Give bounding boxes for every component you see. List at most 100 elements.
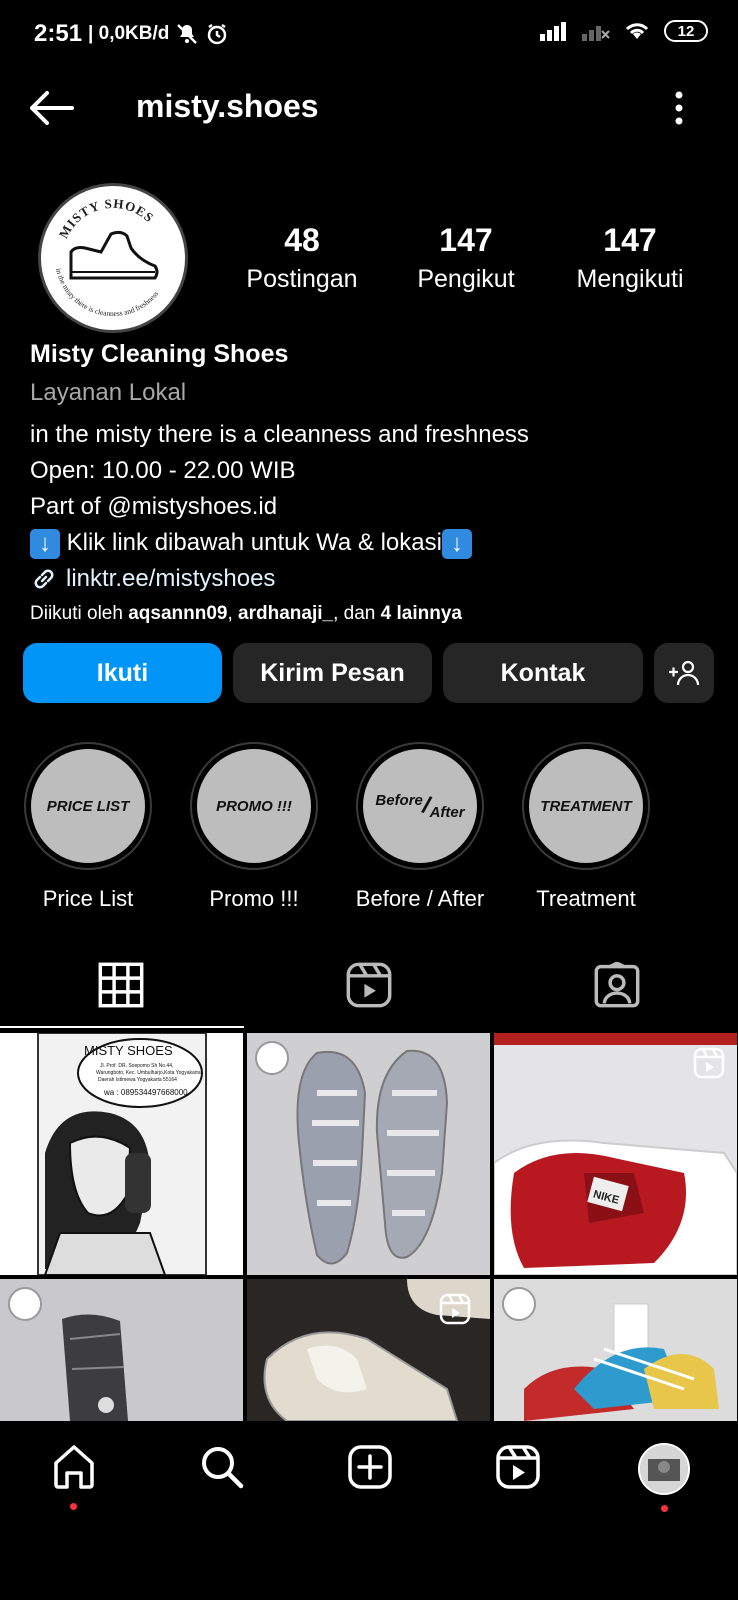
post-thumbnail[interactable] <box>0 1279 243 1421</box>
stat-followers[interactable]: 147 Pengikut <box>386 222 546 294</box>
create-post-icon[interactable] <box>346 1443 394 1491</box>
home-icon[interactable] <box>50 1443 98 1491</box>
bottom-navigation <box>0 1421 738 1521</box>
stat-following-count: 147 <box>603 222 657 258</box>
stat-posts[interactable]: 48 Postingan <box>222 222 382 294</box>
profile-header: misty.shoes <box>0 80 738 136</box>
followed-by-prefix: Diikuti oleh <box>30 603 123 624</box>
bio-line-4: ↓ Klik link dibawah untuk Wa & lokasi ↓ <box>30 525 720 561</box>
highlight-treatment[interactable]: TREATMENT Treatment <box>520 742 652 912</box>
add-person-icon <box>669 660 700 686</box>
bio-line-1: in the misty there is a cleanness and fr… <box>30 421 529 448</box>
battery-indicator: 12 <box>664 20 708 42</box>
highlight-cover: TREATMENT <box>529 749 643 863</box>
contact-button[interactable]: Kontak <box>443 643 643 703</box>
stat-posts-label: Postingan <box>246 265 358 293</box>
highlight-cover-after: After <box>429 803 465 821</box>
status-right: 12 <box>540 20 708 42</box>
stat-followers-label: Pengikut <box>417 265 515 293</box>
back-arrow-icon[interactable] <box>30 90 74 126</box>
brand-logo-icon <box>255 1041 289 1075</box>
post-thumbnail[interactable] <box>494 1279 737 1421</box>
highlight-promo[interactable]: PROMO !!! Promo !!! <box>188 742 320 912</box>
highlight-price-list[interactable]: PRICE LIST Price List <box>22 742 154 912</box>
reel-badge-icon <box>693 1047 725 1079</box>
brand-logo-icon <box>8 1287 42 1321</box>
link-icon <box>34 569 54 589</box>
profile-avatar[interactable]: MISTY SHOES in the misty there is cleann… <box>38 183 188 333</box>
more-options-icon[interactable] <box>674 90 684 126</box>
highlight-cover-before: Before <box>375 791 423 809</box>
svg-text:MISTY SHOES: MISTY SHOES <box>56 196 157 241</box>
highlight-cover: PRICE LIST <box>31 749 145 863</box>
stat-following-label: Mengikuti <box>576 265 684 293</box>
signal-weak-icon <box>582 26 610 41</box>
wifi-icon <box>625 23 649 39</box>
highlight-label: Treatment <box>536 886 636 911</box>
stat-followers-count: 147 <box>439 222 493 258</box>
status-left: 2:51 | 0,0KB/d <box>34 20 229 48</box>
highlight-ring: TREATMENT <box>522 742 650 870</box>
network-speed: | 0,0KB/d <box>88 23 170 44</box>
bio-link-text[interactable]: linktr.ee/mistyshoes <box>66 561 275 597</box>
post-thumbnail[interactable]: NIKE <box>494 1033 737 1275</box>
svg-text:Warungboto, Kec. Umbulharjo,Ko: Warungboto, Kec. Umbulharjo,Kota Yogyaka… <box>96 1070 202 1076</box>
search-icon[interactable] <box>198 1443 246 1491</box>
svg-text:wa : 089534497668000: wa : 089534497668000 <box>103 1088 188 1097</box>
status-time: 2:51 <box>34 20 83 47</box>
down-arrow-icon: ↓ <box>441 528 472 559</box>
tagged-tab-icon[interactable] <box>594 962 640 1008</box>
bio-link[interactable]: linktr.ee/mistyshoes <box>30 561 720 597</box>
highlight-label: Promo !!! <box>209 886 299 911</box>
svg-text:Daerah Istimewa Yogyakarta 551: Daerah Istimewa Yogyakarta 55164 <box>98 1077 177 1083</box>
suggest-users-button[interactable] <box>654 643 714 703</box>
highlight-before-after[interactable]: Before / After Before / After <box>354 742 486 912</box>
profile-avatar-icon[interactable] <box>638 1443 690 1495</box>
post-thumbnail[interactable] <box>247 1033 490 1275</box>
status-bar: 2:51 | 0,0KB/d 12 <box>0 0 738 70</box>
notification-dot <box>70 1503 77 1510</box>
notification-dot <box>661 1505 668 1512</box>
followed-by-more[interactable]: 4 lainnya <box>381 603 462 624</box>
avatar-thumbnail <box>640 1445 688 1493</box>
tab-active-indicator <box>0 1026 244 1028</box>
highlight-cover: PROMO !!! <box>197 749 311 863</box>
stat-following[interactable]: 147 Mengikuti <box>550 222 710 294</box>
highlight-label: Price List <box>42 886 134 911</box>
post-image: MISTY SHOES Jl. Prof. DR. Soepomo Sh No.… <box>37 1033 207 1275</box>
misty-shoes-logo: MISTY SHOES in the misty there is cleann… <box>54 196 160 318</box>
svg-text:MISTY SHOES: MISTY SHOES <box>84 1043 173 1058</box>
bio-line-2: Open: 10.00 - 22.00 WIB <box>30 457 296 484</box>
reel-badge-icon <box>439 1293 471 1325</box>
profile-tabs <box>0 950 738 1030</box>
brand-logo-icon <box>502 1287 536 1321</box>
svg-text:Jl. Prof. DR. Soepomo Sh No.44: Jl. Prof. DR. Soepomo Sh No.44, <box>100 1063 173 1069</box>
signal-icon <box>540 22 566 41</box>
profile-bio: Misty Cleaning Shoes Layanan Lokal in th… <box>30 340 720 625</box>
alarm-icon <box>208 23 227 45</box>
bio-line-4-text: Klik link dibawah untuk Wa & lokasi <box>66 529 442 556</box>
follow-button[interactable]: Ikuti <box>23 643 222 703</box>
profile-display-name: Misty Cleaning Shoes <box>30 340 289 368</box>
post-thumbnail[interactable]: MISTY SHOES Jl. Prof. DR. Soepomo Sh No.… <box>0 1033 243 1275</box>
reels-icon[interactable] <box>494 1443 542 1491</box>
profile-category: Layanan Lokal <box>30 379 187 406</box>
followed-by-user[interactable]: aqsannn09 <box>128 603 227 624</box>
highlight-ring: PROMO !!! <box>190 742 318 870</box>
post-grid: MISTY SHOES Jl. Prof. DR. Soepomo Sh No.… <box>0 1033 738 1421</box>
down-arrow-icon: ↓ <box>30 528 60 559</box>
stat-posts-count: 48 <box>284 222 320 258</box>
profile-username: misty.shoes <box>136 88 319 124</box>
grid-icon[interactable] <box>98 962 144 1008</box>
followed-by[interactable]: Diikuti oleh aqsannn09, ardhanaji_, dan … <box>30 603 720 625</box>
reels-tab-icon[interactable] <box>346 962 392 1008</box>
message-button[interactable]: Kirim Pesan <box>233 643 432 703</box>
followed-by-conj: dan <box>343 603 376 624</box>
followed-by-user[interactable]: ardhanaji_ <box>238 603 333 624</box>
bio-line-3: Part of @mistyshoes.id <box>30 493 278 520</box>
post-thumbnail[interactable] <box>247 1279 490 1421</box>
highlight-cover: Before / After <box>363 749 477 863</box>
highlight-ring: PRICE LIST <box>24 742 152 870</box>
mute-icon <box>177 24 198 44</box>
highlight-label: Before / After <box>355 886 485 911</box>
